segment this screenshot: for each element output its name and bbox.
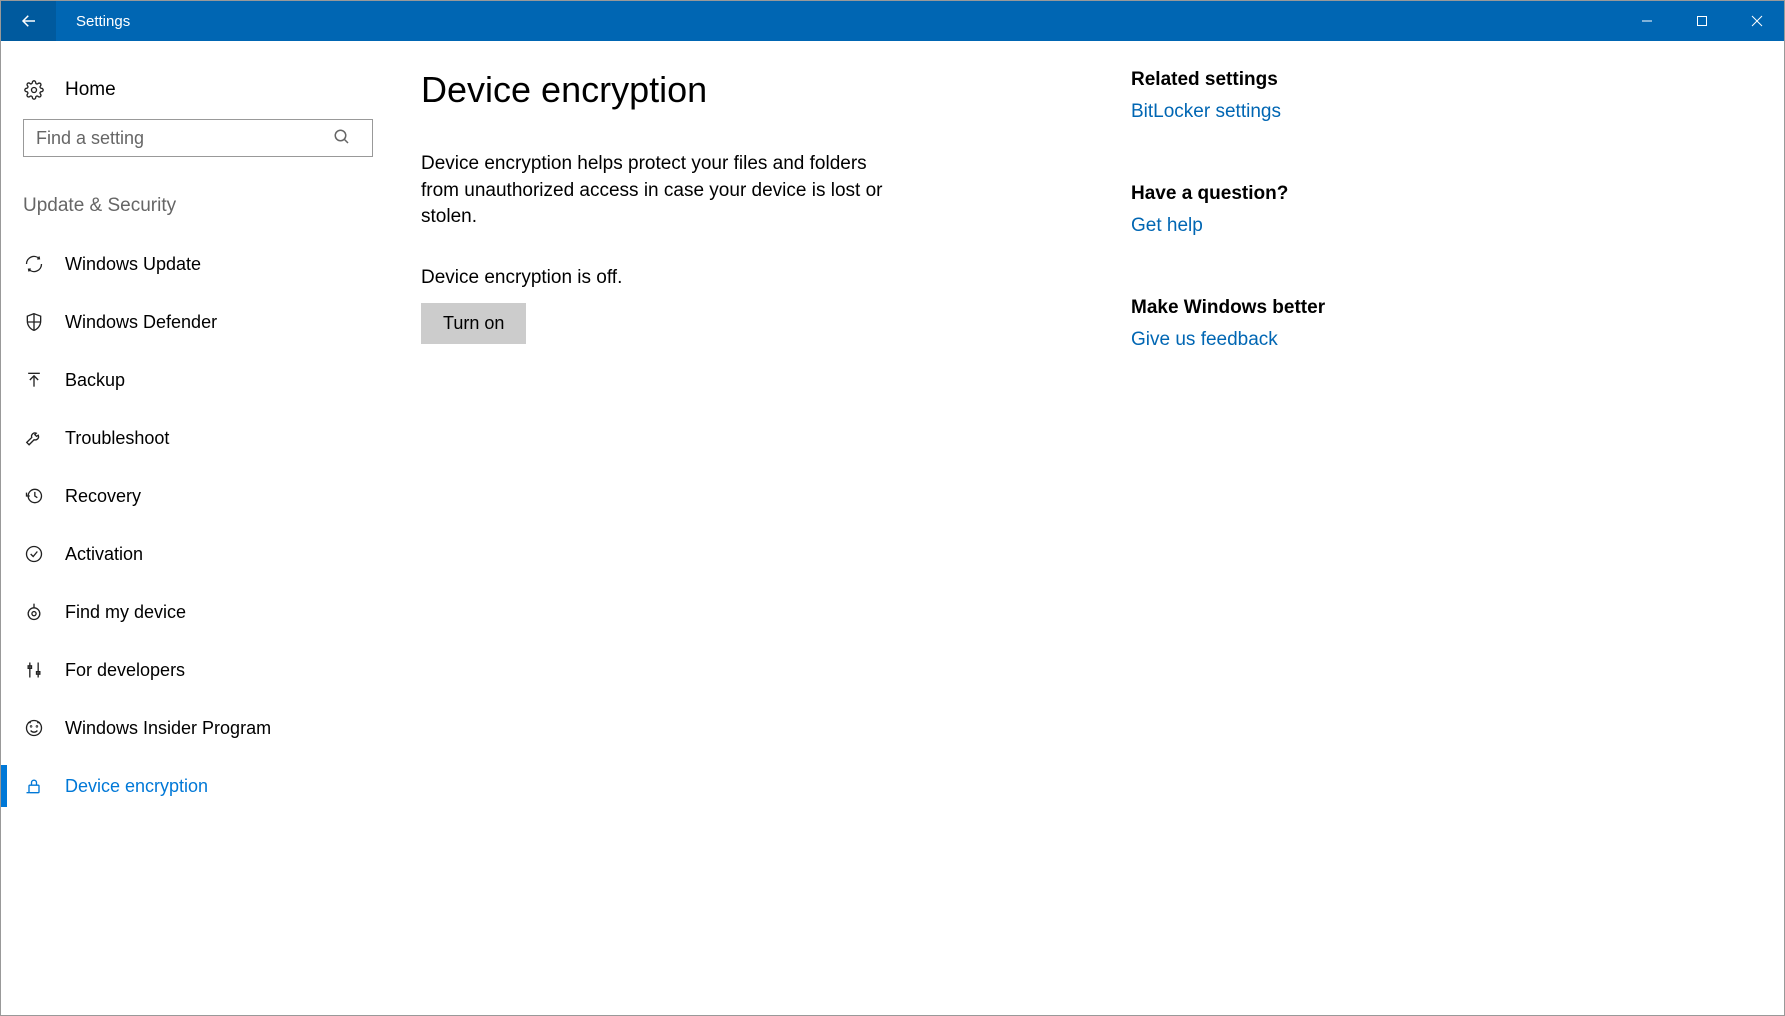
get-help-link[interactable]: Get help xyxy=(1131,215,1203,236)
home-label: Home xyxy=(65,79,116,101)
turn-on-button[interactable]: Turn on xyxy=(421,303,526,344)
lock-icon xyxy=(23,776,45,796)
sidebar-item-label: Troubleshoot xyxy=(65,428,169,449)
section-title: Make Windows better xyxy=(1131,297,1325,319)
maximize-button[interactable] xyxy=(1674,1,1729,41)
sidebar-item-label: Recovery xyxy=(65,486,141,507)
sidebar-item-windows-insider-program[interactable]: Windows Insider Program xyxy=(23,699,379,757)
sidebar-item-label: Find my device xyxy=(65,602,186,623)
category-label: Update & Security xyxy=(23,195,379,217)
search-container xyxy=(23,119,379,157)
close-button[interactable] xyxy=(1729,1,1784,41)
section-title: Related settings xyxy=(1131,69,1325,91)
question-section: Have a question? Get help xyxy=(1131,183,1325,237)
arrow-up-bar-icon xyxy=(23,370,45,390)
page-description: Device encryption helps protect your fil… xyxy=(421,151,901,231)
refresh-icon xyxy=(23,254,45,274)
shield-icon xyxy=(23,312,45,332)
sidebar: Home Update & Security Windows Update Win… xyxy=(1,69,401,1015)
sidebar-item-activation[interactable]: Activation xyxy=(23,525,379,583)
sidebar-item-backup[interactable]: Backup xyxy=(23,351,379,409)
encryption-status: Device encryption is off. xyxy=(421,267,1121,289)
gear-icon xyxy=(23,80,45,100)
sidebar-item-label: Windows Defender xyxy=(65,312,217,333)
back-button[interactable] xyxy=(1,1,56,41)
feedback-link[interactable]: Give us feedback xyxy=(1131,329,1278,350)
section-title: Have a question? xyxy=(1131,183,1325,205)
sidebar-item-windows-update[interactable]: Windows Update xyxy=(23,235,379,293)
search-input[interactable] xyxy=(23,119,373,157)
right-column: Related settings BitLocker settings Have… xyxy=(1121,69,1325,1015)
window-title: Settings xyxy=(56,13,1619,30)
sidebar-item-device-encryption[interactable]: Device encryption xyxy=(23,757,379,815)
wrench-icon xyxy=(23,428,45,448)
sidebar-item-for-developers[interactable]: For developers xyxy=(23,641,379,699)
sidebar-item-label: Windows Insider Program xyxy=(65,718,271,739)
insider-icon xyxy=(23,718,45,738)
titlebar: Settings xyxy=(1,1,1784,41)
sidebar-item-troubleshoot[interactable]: Troubleshoot xyxy=(23,409,379,467)
sidebar-item-recovery[interactable]: Recovery xyxy=(23,467,379,525)
sidebar-item-find-my-device[interactable]: Find my device xyxy=(23,583,379,641)
sidebar-item-label: Device encryption xyxy=(65,776,208,797)
home-button[interactable]: Home xyxy=(23,69,379,119)
check-circle-icon xyxy=(23,544,45,564)
page-title: Device encryption xyxy=(421,69,1121,111)
related-settings-section: Related settings BitLocker settings xyxy=(1131,69,1325,123)
minimize-button[interactable] xyxy=(1619,1,1674,41)
sidebar-item-label: Backup xyxy=(65,370,125,391)
sliders-icon xyxy=(23,660,45,680)
feedback-section: Make Windows better Give us feedback xyxy=(1131,297,1325,351)
history-icon xyxy=(23,486,45,506)
sidebar-item-windows-defender[interactable]: Windows Defender xyxy=(23,293,379,351)
main-content: Device encryption Device encryption help… xyxy=(421,69,1121,1015)
sidebar-item-label: Activation xyxy=(65,544,143,565)
bitlocker-link[interactable]: BitLocker settings xyxy=(1131,101,1281,122)
sidebar-item-label: Windows Update xyxy=(65,254,201,275)
location-icon xyxy=(23,602,45,622)
sidebar-item-label: For developers xyxy=(65,660,185,681)
